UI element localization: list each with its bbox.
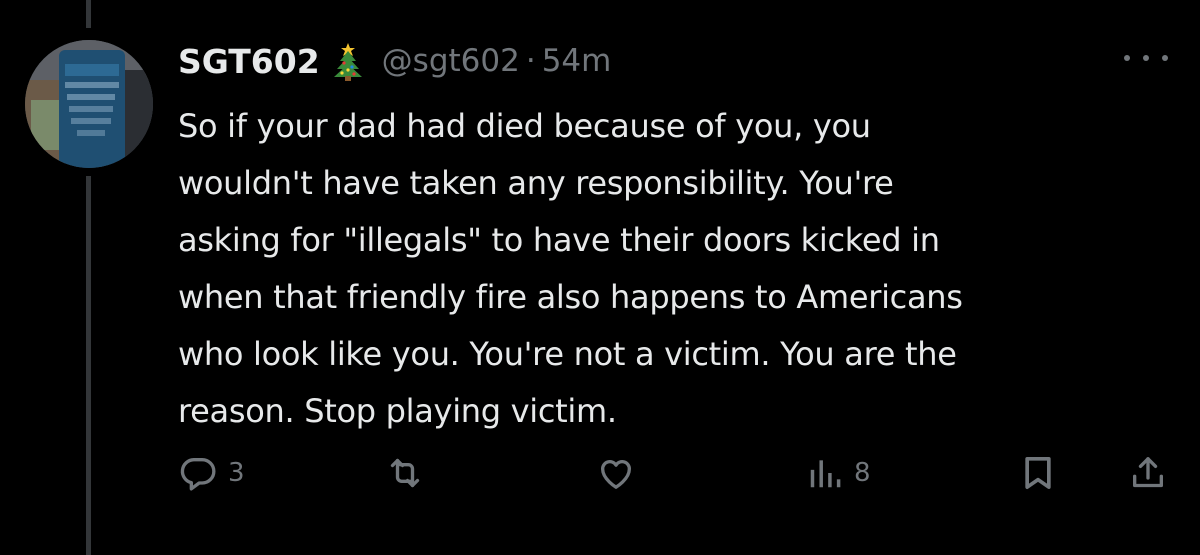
thread-line-below — [86, 176, 91, 555]
christmas-tree-icon — [332, 41, 364, 81]
action-bar: 3 8 — [178, 448, 1170, 498]
views-count: 8 — [854, 458, 871, 488]
heart-icon — [596, 453, 636, 493]
retweet-icon — [384, 453, 426, 493]
bookmark-button[interactable] — [1018, 448, 1058, 498]
separator-dot: · — [525, 43, 536, 79]
thread-line — [86, 0, 91, 28]
share-button[interactable] — [1128, 448, 1168, 498]
avatar[interactable] — [25, 40, 153, 168]
reply-button[interactable]: 3 — [178, 448, 245, 498]
timestamp[interactable]: 54m — [542, 43, 612, 79]
share-icon — [1128, 453, 1168, 493]
reply-count: 3 — [228, 458, 245, 488]
tweet[interactable]: SGT602 @sgt602 · 54m So if your dad had … — [0, 0, 1200, 555]
more-dot — [1124, 55, 1130, 61]
reply-icon — [178, 453, 218, 493]
tweet-header: SGT602 @sgt602 · 54m — [178, 38, 611, 84]
retweet-button[interactable] — [384, 448, 436, 498]
more-dot — [1143, 55, 1149, 61]
views-icon — [806, 453, 844, 493]
handle[interactable]: @sgt602 — [382, 43, 520, 79]
like-button[interactable] — [596, 448, 646, 498]
tweet-text: So if your dad had died because of you, … — [178, 107, 963, 430]
views-button[interactable]: 8 — [806, 448, 871, 498]
more-icon[interactable] — [1124, 46, 1168, 70]
bookmark-icon — [1018, 453, 1058, 493]
display-name[interactable]: SGT602 — [178, 42, 320, 81]
more-dot — [1162, 55, 1168, 61]
